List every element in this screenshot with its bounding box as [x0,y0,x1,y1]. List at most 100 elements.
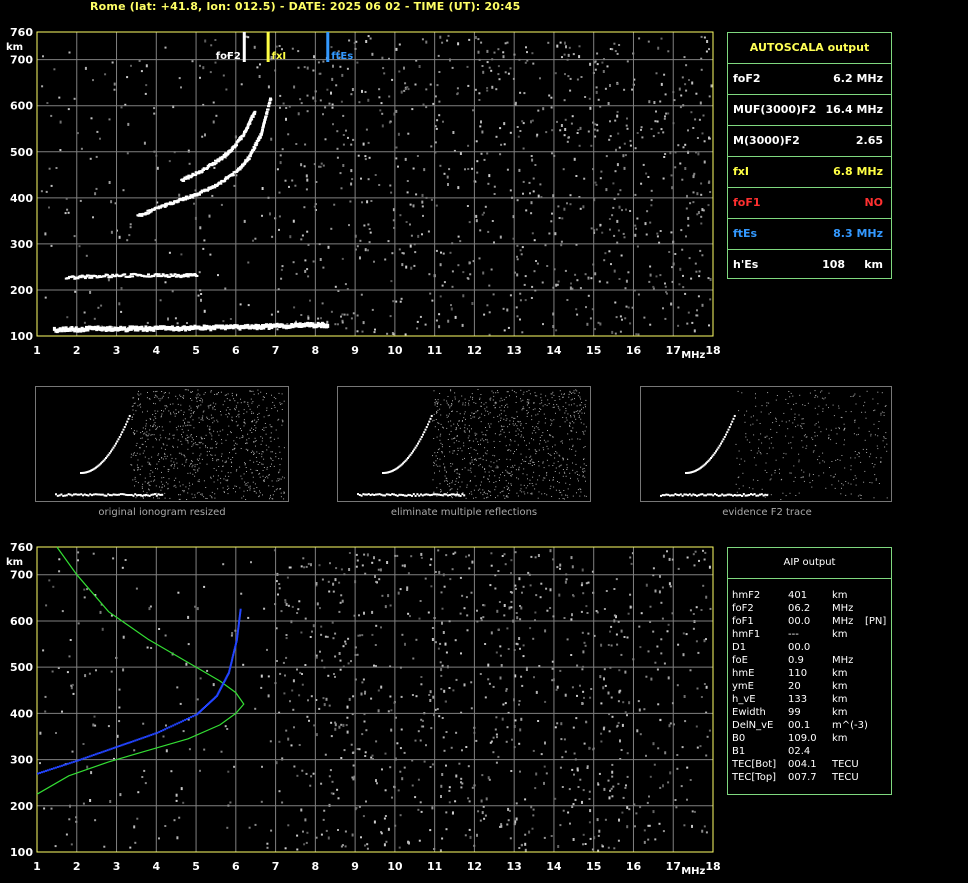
y-tick-label: 300 [10,238,33,251]
aip-name: foF1 [732,616,754,627]
aip-name: TEC[Top] [732,772,777,783]
thumb-original [35,386,289,502]
y-tick-label: 400 [10,192,33,205]
x-tick-label: 16 [626,344,642,357]
x-tick-label: 18 [705,860,720,873]
x-tick-label: 17 [666,860,681,873]
aip-unit: TECU [832,759,859,770]
x-tick-label: 1 [33,860,41,873]
aip-unit: MHz [832,603,854,614]
aip-unit: m^(-3) [832,720,868,731]
aip-name: D1 [732,642,747,653]
y-unit-label: km [6,42,23,53]
grid [37,547,713,852]
x-tick-label: 2 [73,344,81,357]
aip-name: Ewidth [732,707,766,718]
x-tick-label: 7 [272,860,280,873]
aip-unit: km [832,629,848,640]
aip-row-6: hmE 110 km [732,668,887,681]
aip-name: hmF2 [732,590,761,601]
autoscala-label: M(3000)F2 [733,134,800,147]
x-tick-label: 6 [232,344,240,357]
y-tick-label: 400 [10,707,33,720]
aip-row-8: h_vE 133 km [732,694,887,707]
x-tick-label: 5 [192,344,200,357]
aip-row-9: Ewidth 99 km [732,707,887,720]
x-tick-label: 18 [705,344,720,357]
aip-name: ymE [732,681,754,692]
y-tick-label: 700 [10,569,33,582]
aip-row-2: foF1 00.0 MHz [PN] [732,616,887,629]
autoscala-row-0: foF2 6.2 MHz [728,64,891,95]
thumb-caption-1: eliminate multiple reflections [390,507,538,518]
y-tick-label: 600 [10,100,33,113]
autoscala-label: h'Es [733,258,759,271]
x-tick-label: 13 [507,344,522,357]
thumb-caption-0: original ionogram resized [98,507,226,518]
x-tick-label: 6 [232,860,240,873]
x-tick-label: 11 [427,860,442,873]
thumb-evidence-f2 [640,386,892,502]
aip-row-12: B1 02.4 [732,746,887,759]
aip-value: 0.9 [788,655,804,666]
marker-label-fxi: fxI [272,51,287,62]
autoscala-value: NO [864,196,883,209]
noise-speckle [39,549,712,853]
autoscala-row-6: h'Es 108 km [728,250,891,280]
aip-value: 004.1 [788,759,817,770]
aip-extra: [PN] [865,616,887,627]
aip-unit: MHz [832,655,854,666]
autoscala-row-5: ftEs 8.3 MHz [728,219,891,250]
autoscala-panel: AUTOSCALA output foF2 6.2 MHz MUF(3000)F2 1… [727,32,892,279]
x-tick-label: 4 [152,860,160,873]
x-tick-label: 4 [152,344,160,357]
autoscala-value: 2.65 [855,134,883,147]
thumb-frame [640,386,892,502]
aip-unit: km [832,681,848,692]
aip-name: h_vE [732,694,756,705]
grid [37,32,713,336]
aip-panel: AIP output hmF2 401 km foF2 06.2 MHz foF1 00.0 M… [727,547,892,795]
y-tick-label: 760 [10,541,33,554]
x-tick-label: 1 [33,344,41,357]
density-profile [36,546,245,795]
autoscala-row-2: M(3000)F2 2.65 [728,126,891,157]
x-tick-label: 3 [113,860,121,873]
autoscala-value: 16.4 MHz [825,103,883,116]
aip-value: 109.0 [788,733,817,744]
thumb-eliminate-reflections [337,386,591,502]
aip-row-13: TEC[Bot] 004.1 TECU [732,759,887,772]
aip-row-14: TEC[Top] 007.7 TECU [732,772,887,785]
autoscala-value: 8.3 MHz [833,227,883,240]
autoscala-row-1: MUF(3000)F2 16.4 MHz [728,95,891,126]
aip-row-0: hmF2 401 km [732,590,887,603]
autoscala-label: fxI [733,165,749,178]
x-tick-label: 10 [387,344,403,357]
thumb-frame [337,386,591,502]
autoscala-label: ftEs [733,227,758,240]
x-tick-label: 8 [312,860,320,873]
aip-name: B1 [732,746,746,757]
aip-value: 00.0 [788,616,811,627]
x-tick-label: 7 [272,344,280,357]
aip-name: foF2 [732,603,754,614]
aip-name: hmF1 [732,629,761,640]
aip-value: 02.4 [788,746,811,757]
y-tick-label: 500 [10,661,33,674]
aip-value: 00.1 [788,720,811,731]
noise-speckle [40,34,713,336]
autoscala-row-4: foF1 NO [728,188,891,219]
aip-value: 99 [788,707,801,718]
thumb-caption-2: evidence F2 trace [722,507,812,518]
autoscala-row-3: fxI 6.8 MHz [728,157,891,188]
y-tick-label: 600 [10,615,33,628]
x-tick-label: 9 [351,860,359,873]
y-tick-label: 500 [10,146,33,159]
aip-value: 20 [788,681,801,692]
x-unit-label: MHz [681,350,705,361]
aip-row-3: hmF1 --- km [732,629,887,642]
x-tick-label: 9 [351,344,359,357]
x-tick-label: 12 [467,344,482,357]
autoscala-label: foF1 [733,196,761,209]
autoscala-value: 108 km [822,258,883,271]
